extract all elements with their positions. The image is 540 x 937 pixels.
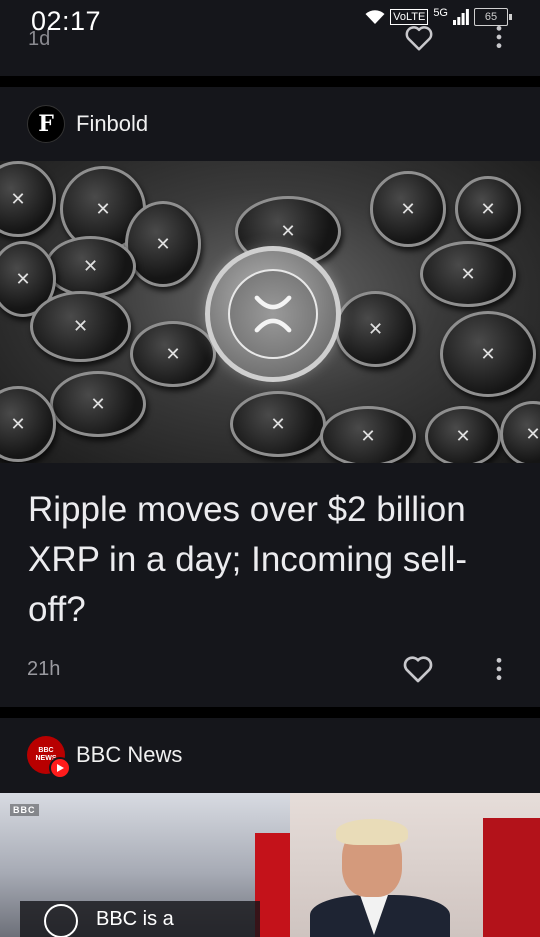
logo-letter: F (38, 111, 54, 137)
more-options-button[interactable] (493, 656, 505, 687)
article-image[interactable]: ✕ ✕ ✕ ✕ ✕ ✕ ✕ ✕ ✕ ✕ ✕ ✕ ✕ ✕ ✕ ✕ ✕ ✕ ✕ (0, 161, 540, 463)
article-time: 21h (27, 658, 61, 680)
like-button[interactable] (402, 654, 434, 689)
play-icon[interactable] (44, 904, 78, 937)
source-logo: F (27, 105, 65, 143)
video-caption-bar[interactable]: BBC is a (20, 901, 260, 937)
status-bar: 02:17 VoLTE 5G 65 (0, 0, 540, 44)
source-row[interactable]: BBC NEWS BBC News (27, 736, 183, 779)
source-name: BBC News (76, 742, 183, 767)
article-card[interactable]: F Finbold ✕ ✕ ✕ ✕ ✕ ✕ ✕ ✕ ✕ ✕ ✕ ✕ ✕ ✕ ✕ … (0, 87, 540, 707)
status-icons: VoLTE 5G 65 (365, 7, 512, 26)
source-row[interactable]: F Finbold (27, 105, 148, 143)
heart-icon (403, 656, 433, 683)
video-badge-icon (49, 757, 71, 779)
more-vert-icon (496, 657, 502, 681)
source-logo: BBC NEWS (27, 736, 71, 779)
person-image (310, 819, 450, 937)
volte-indicator: VoLTE (390, 9, 429, 25)
battery-icon: 65 (474, 8, 512, 26)
battery-level: 65 (484, 11, 498, 23)
xrp-coin-image (205, 246, 341, 382)
status-time: 02:17 (31, 6, 102, 36)
xrp-icon (254, 295, 292, 333)
wifi-icon (365, 10, 385, 24)
logo-text: BBC (38, 747, 54, 754)
article-headline[interactable]: Ripple moves over $2 billion XRP in a da… (28, 485, 518, 635)
signal-icon (453, 9, 469, 25)
network-type: 5G (433, 7, 448, 19)
article-card[interactable]: BBC NEWS BBC News BBC BBC is a (0, 718, 540, 937)
source-name: Finbold (76, 111, 149, 136)
video-caption: BBC is a (96, 907, 174, 930)
previous-article-card[interactable]: 1d 02:17 VoLTE 5G 65 (0, 0, 540, 76)
bbc-watermark: BBC (10, 804, 39, 816)
article-video-thumbnail[interactable]: BBC BBC is a (0, 793, 540, 937)
